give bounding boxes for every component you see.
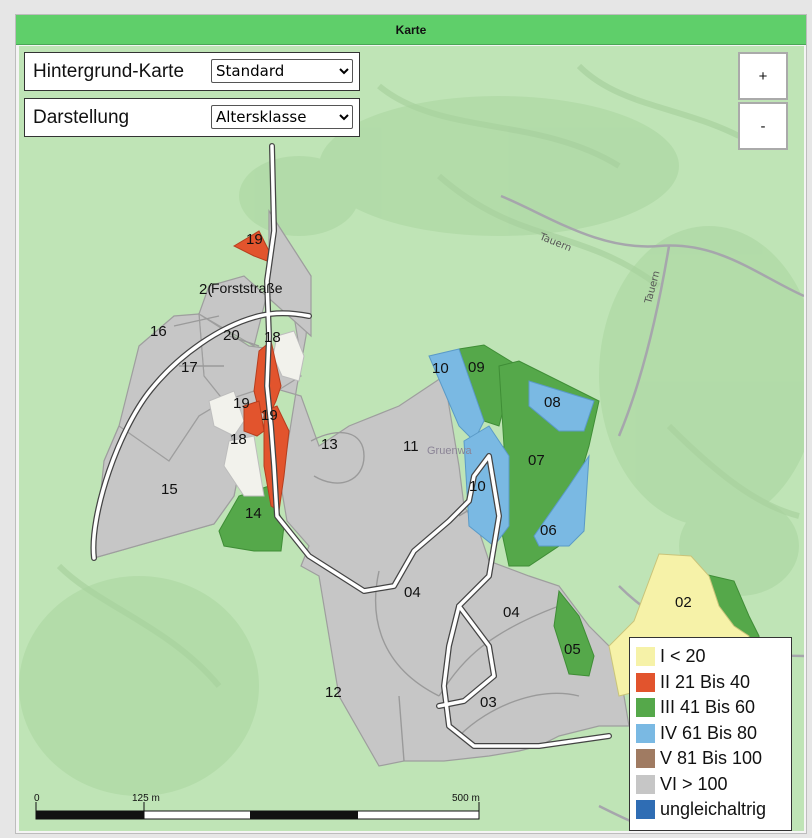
stand-label: 18 xyxy=(230,431,247,448)
stand-label: 11 xyxy=(403,438,419,455)
stand-label: 07 xyxy=(528,452,545,469)
stand-label: 02 xyxy=(675,594,692,611)
stand-label: 04 xyxy=(404,584,421,601)
legend-item: V 81 Bis 100 xyxy=(636,746,791,772)
legend-item: II 21 Bis 40 xyxy=(636,670,791,696)
legend-label: II 21 Bis 40 xyxy=(660,671,751,692)
legend-label: III 41 Bis 60 xyxy=(660,697,756,718)
stand-label: 12 xyxy=(325,684,342,701)
stand-label: 03 xyxy=(480,694,497,711)
scale-label: 500 m xyxy=(452,793,480,804)
stand-label: 16 xyxy=(150,323,167,340)
legend-label: ungleichaltrig xyxy=(660,799,767,820)
stand-label: 20 xyxy=(223,327,240,344)
stand-label: 17 xyxy=(181,359,198,376)
scale-label: 125 m xyxy=(132,793,160,804)
legend-item: IV 61 Bis 80 xyxy=(636,721,791,747)
stand-label: 05 xyxy=(564,641,581,658)
legend-label: IV 61 Bis 80 xyxy=(660,722,758,743)
stand-label: 18 xyxy=(264,329,281,346)
legend-item: I < 20 xyxy=(636,644,791,670)
legend-item: III 41 Bis 60 xyxy=(636,695,791,721)
stand-label: 14 xyxy=(245,505,262,522)
street-label: Forststraße xyxy=(211,280,283,296)
legend-swatch xyxy=(636,672,655,692)
stand-label: 19 xyxy=(233,395,250,412)
legend: I < 20 II 21 Bis 40 III 41 Bis 60 IV 61 … xyxy=(629,637,792,831)
display-label: Darstellung xyxy=(33,106,130,128)
background-map-select[interactable]: Standard xyxy=(211,59,353,83)
stand-label: 10 xyxy=(432,360,449,377)
map-panel: Karte Tauern Tauern Gruenwa 19 2(Forsts… xyxy=(15,14,807,834)
legend-label: VI > 100 xyxy=(660,773,728,794)
legend-swatch xyxy=(636,749,655,769)
legend-swatch xyxy=(636,647,655,667)
stand-label: 19 xyxy=(246,231,263,248)
scale-label: 0 xyxy=(34,793,40,804)
legend-swatch xyxy=(636,774,655,794)
legend-label: V 81 Bis 100 xyxy=(660,748,763,769)
stand-label: 04 xyxy=(503,604,520,621)
stand-label: 19 xyxy=(261,407,278,424)
display-control: Darstellung Altersklasse xyxy=(24,98,360,137)
display-select[interactable]: Altersklasse xyxy=(211,105,353,129)
legend-item: VI > 100 xyxy=(636,772,791,798)
legend-item: ungleichaltrig xyxy=(636,797,791,823)
map-canvas[interactable]: Tauern Tauern Gruenwa 19 2( Forststraße … xyxy=(19,46,804,831)
stand-label: 08 xyxy=(544,394,561,411)
legend-swatch xyxy=(636,800,655,820)
background-map-control: Hintergrund-Karte Standard xyxy=(24,52,360,91)
place-label: Gruenwa xyxy=(427,445,473,457)
stand-label: 13 xyxy=(321,436,338,453)
stand-label: 06 xyxy=(540,522,557,539)
background-map-label: Hintergrund-Karte xyxy=(33,60,185,82)
stand-label: 15 xyxy=(161,481,178,498)
legend-swatch xyxy=(636,698,655,718)
stand-label: 09 xyxy=(468,359,485,376)
panel-title: Karte xyxy=(16,15,806,45)
legend-swatch xyxy=(636,723,655,743)
zoom-out-button[interactable]: - xyxy=(738,102,788,150)
zoom-in-button[interactable]: + xyxy=(738,52,788,100)
stand-label: 10 xyxy=(469,478,486,495)
legend-label: I < 20 xyxy=(660,646,706,667)
